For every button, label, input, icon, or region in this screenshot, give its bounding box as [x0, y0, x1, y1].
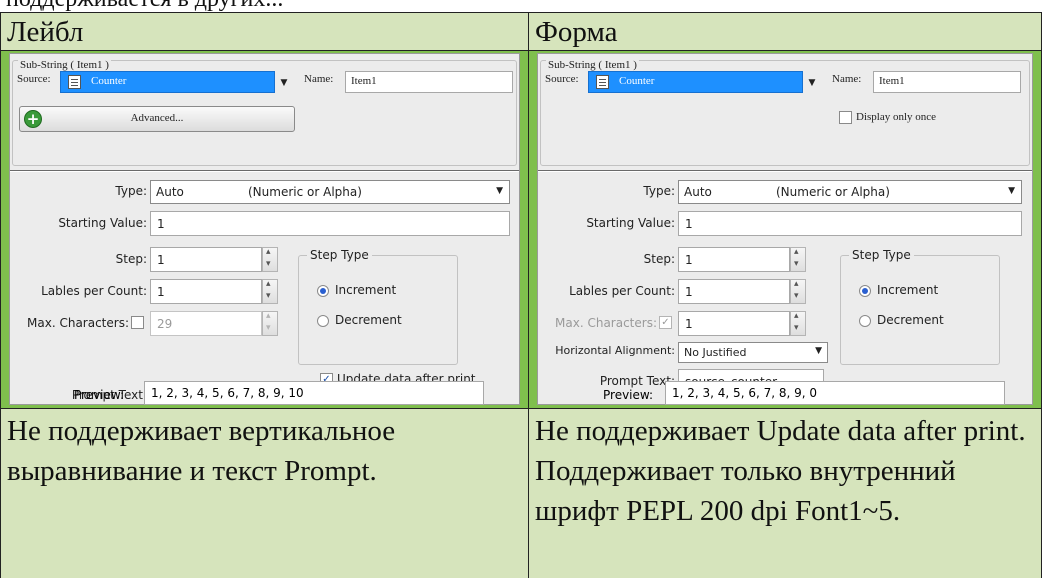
type-label: Type:: [643, 184, 675, 198]
type-desc: (Numeric or Alpha): [248, 185, 362, 199]
group-title: Sub-String ( Item1 ): [18, 59, 111, 71]
divider: [10, 170, 519, 172]
chevron-down-icon: ▼: [496, 186, 503, 196]
form-footer-note: Не поддерживает Update data after print.…: [528, 408, 1042, 578]
source-value: Counter: [619, 75, 655, 87]
max-characters-input[interactable]: 1: [678, 311, 790, 336]
spinner-arrows-icon[interactable]: [790, 247, 806, 272]
horizontal-alignment-select[interactable]: No Justified ▼: [678, 342, 828, 363]
type-select[interactable]: Auto (Numeric or Alpha) ▼: [150, 180, 510, 204]
step-type-title: Step Type: [307, 248, 372, 262]
type-label: Type:: [115, 184, 147, 198]
spinner-arrows-icon[interactable]: [262, 311, 278, 336]
header-text: поддерживается в других...: [6, 0, 283, 12]
lables-per-count-input[interactable]: 1: [150, 279, 262, 304]
source-label: Source:: [545, 73, 579, 85]
label-footer-note: Не поддерживает вертикальное выравнивани…: [0, 408, 529, 578]
horizontal-alignment-label: Horizontal Alignment:: [555, 344, 675, 357]
group-title: Sub-String ( Item1 ): [546, 59, 639, 71]
decrement-radio[interactable]: [859, 315, 871, 327]
starting-value-input[interactable]: 1: [678, 211, 1022, 236]
decrement-label: Decrement: [877, 313, 944, 327]
type-value: Auto: [156, 185, 184, 199]
name-label: Name:: [304, 73, 334, 85]
comparison-table: Лейбл Форма Sub-String ( Item1 ) Source:…: [0, 12, 1042, 578]
name-label: Name:: [832, 73, 862, 85]
chevron-down-icon: ▼: [815, 346, 822, 356]
step-input[interactable]: 1: [678, 247, 790, 272]
form-preview-row: Preview: 1, 2, 3, 4, 5, 6, 7, 8, 9, 0: [555, 381, 1025, 407]
label-screenshot-cell: Sub-String ( Item1 ) Source: Counter ▼ N…: [0, 50, 529, 409]
substring-group: Sub-String ( Item1 ) Source: Counter ▼ N…: [540, 59, 1030, 166]
spinner-arrows-icon[interactable]: [790, 279, 806, 304]
form-substring-dialog: Sub-String ( Item1 ) Source: Counter ▼ N…: [537, 53, 1033, 405]
preview-label: Preview:: [74, 388, 125, 402]
max-characters-checkbox[interactable]: [131, 316, 144, 329]
label-preview-row: Preview: 1, 2, 3, 4, 5, 6, 7, 8, 9, 10: [26, 381, 526, 407]
max-characters-checkbox[interactable]: ✓: [659, 316, 672, 329]
lables-per-count-label: Lables per Count:: [569, 284, 675, 298]
starting-value-label: Starting Value:: [58, 216, 147, 230]
step-label: Step:: [115, 252, 147, 266]
type-value: Auto: [684, 185, 712, 199]
step-label: Step:: [643, 252, 675, 266]
divider: [538, 170, 1032, 172]
heading-label: Лейбл: [0, 12, 529, 51]
increment-radio[interactable]: [317, 285, 329, 297]
name-input[interactable]: Item1: [345, 71, 513, 93]
label-substring-dialog: Sub-String ( Item1 ) Source: Counter ▼ N…: [9, 53, 520, 405]
spinner-arrows-icon[interactable]: [790, 311, 806, 336]
step-type-group: Step Type Increment Decrement: [840, 248, 1000, 365]
source-select[interactable]: Counter: [588, 71, 803, 93]
preview-label: Preview:: [603, 388, 654, 402]
name-input[interactable]: Item1: [873, 71, 1021, 93]
source-select[interactable]: Counter: [60, 71, 275, 93]
increment-label: Increment: [877, 283, 939, 297]
type-select[interactable]: Auto (Numeric or Alpha) ▼: [678, 180, 1022, 204]
display-only-once-checkbox[interactable]: [839, 111, 852, 124]
chevron-down-icon[interactable]: ▼: [275, 71, 293, 93]
preview-field: 1, 2, 3, 4, 5, 6, 7, 8, 9, 10: [144, 381, 484, 405]
max-characters-label: Max. Characters:: [555, 316, 657, 330]
step-type-group: Step Type Increment Decrement: [298, 248, 458, 365]
cropped-header-text: поддерживается в других...: [0, 0, 1043, 12]
source-label: Source:: [17, 73, 51, 85]
list-icon: [596, 75, 609, 89]
increment-label: Increment: [335, 283, 397, 297]
starting-value-label: Starting Value:: [586, 216, 675, 230]
chevron-down-icon[interactable]: ▼: [803, 71, 821, 93]
type-desc: (Numeric or Alpha): [776, 185, 890, 199]
starting-value-input[interactable]: 1: [150, 211, 510, 236]
advanced-button[interactable]: + Advanced...: [19, 106, 295, 132]
form-screenshot-cell: Sub-String ( Item1 ) Source: Counter ▼ N…: [528, 50, 1042, 409]
list-icon: [68, 75, 81, 89]
spinner-arrows-icon[interactable]: [262, 279, 278, 304]
max-characters-input[interactable]: 29: [150, 311, 262, 336]
spinner-arrows-icon[interactable]: [262, 247, 278, 272]
advanced-label: Advanced...: [130, 112, 184, 124]
source-value: Counter: [91, 75, 127, 87]
substring-group: Sub-String ( Item1 ) Source: Counter ▼ N…: [12, 59, 517, 166]
lables-per-count-input[interactable]: 1: [678, 279, 790, 304]
decrement-radio[interactable]: [317, 315, 329, 327]
heading-form: Форма: [528, 12, 1042, 51]
preview-field: 1, 2, 3, 4, 5, 6, 7, 8, 9, 0: [665, 381, 1005, 405]
decrement-label: Decrement: [335, 313, 402, 327]
increment-radio[interactable]: [859, 285, 871, 297]
step-type-title: Step Type: [849, 248, 914, 262]
max-characters-label: Max. Characters:: [27, 316, 129, 330]
horizontal-alignment-value: No Justified: [684, 346, 747, 359]
chevron-down-icon: ▼: [1008, 186, 1015, 196]
lables-per-count-label: Lables per Count:: [41, 284, 147, 298]
display-only-once-label: Display only once: [856, 111, 937, 123]
step-input[interactable]: 1: [150, 247, 262, 272]
